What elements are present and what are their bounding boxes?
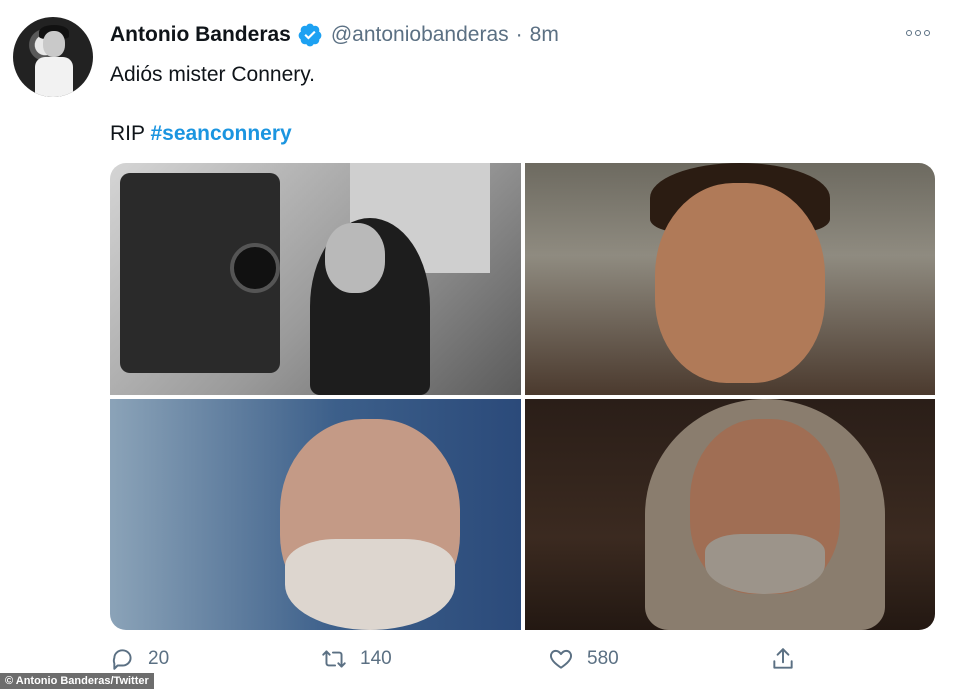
photo-4[interactable]: [525, 399, 935, 630]
separator-dot: ·: [515, 23, 523, 46]
rip-text: RIP: [110, 122, 151, 145]
reply-button[interactable]: 20: [110, 646, 169, 672]
photo-1[interactable]: [110, 163, 521, 395]
avatar[interactable]: [13, 17, 93, 97]
more-options-icon[interactable]: [906, 26, 934, 40]
handle[interactable]: @antoniobanderas: [331, 23, 509, 47]
tweet-header: Antonio Banderas @antoniobanderas · 8m: [110, 20, 559, 50]
display-name[interactable]: Antonio Banderas: [110, 23, 291, 47]
tweet-text-line-2: RIP #seanconnery: [110, 122, 292, 146]
retweet-count: 140: [360, 648, 392, 669]
tweet-text-line-1: Adiós mister Connery.: [110, 63, 316, 86]
reply-count: 20: [148, 648, 170, 669]
photo-credit: © Antonio Banderas/Twitter: [0, 673, 154, 689]
action-bar: 20 140 580: [110, 646, 935, 680]
hashtag-link[interactable]: #seanconnery: [150, 122, 291, 145]
timestamp[interactable]: 8m: [530, 23, 559, 47]
retweet-icon: [320, 646, 348, 672]
share-button[interactable]: [770, 646, 796, 672]
reply-icon: [110, 646, 136, 672]
media-grid: [110, 163, 935, 630]
photo-2[interactable]: [525, 163, 935, 395]
share-icon: [770, 646, 796, 672]
retweet-button[interactable]: 140: [320, 646, 392, 672]
tweet: Antonio Banderas @antoniobanderas · 8m A…: [0, 0, 962, 689]
like-icon: [547, 646, 575, 672]
verified-badge-icon: [297, 22, 323, 48]
photo-3[interactable]: [110, 399, 521, 630]
like-count: 580: [587, 648, 619, 669]
like-button[interactable]: 580: [547, 646, 619, 672]
